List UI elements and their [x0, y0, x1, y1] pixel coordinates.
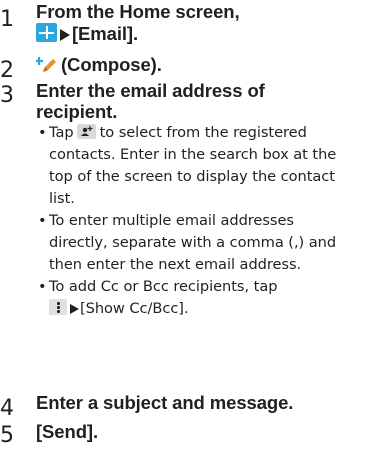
apps-icon [36, 23, 57, 42]
step-number: 2 [0, 58, 14, 83]
note-text: to select from the registered [99, 124, 307, 141]
note-text: directly, separate with a comma (,) and [49, 234, 337, 251]
step-text: Enter the email address of [36, 80, 265, 102]
step-line: From the Home screen, [36, 1, 240, 22]
bullet-marker: • [38, 278, 47, 295]
note-item: • To enter multiple email addresses dire… [36, 210, 381, 276]
step-number: 5 [0, 423, 14, 448]
bullet-marker: • [38, 212, 47, 229]
step-line: (Compose). [61, 54, 162, 75]
step-line: Enter the email address of [36, 80, 265, 101]
arrow-right-icon [70, 304, 79, 314]
note-text: Tap [49, 124, 74, 141]
step-3-notes: • Tap to select from the registered conta… [36, 122, 381, 320]
step-line: Enter a subject and message. [36, 392, 294, 413]
overflow-menu-icon [49, 299, 67, 315]
bullet-marker: • [38, 124, 47, 141]
step-text: [Send]. [36, 421, 98, 443]
step-text-2: recipient. [36, 101, 117, 123]
step-number: 1 [0, 7, 14, 32]
arrow-right-icon [60, 29, 70, 41]
instruction-page: 1 From the Home screen, [Email]. 2 (Comp… [0, 0, 381, 452]
step-line: [Send]. [36, 421, 98, 442]
note-text: then enter the next email address. [49, 256, 302, 273]
compose-icon [36, 57, 56, 72]
step-line: recipient. [36, 101, 118, 122]
note-item: • Tap to select from the registered conta… [36, 122, 381, 210]
note-text: To add Cc or Bcc recipients, tap [49, 278, 278, 295]
step-number: 3 [0, 83, 14, 108]
note-text: contacts. Enter in the search box at the [49, 146, 337, 163]
note-text: [Show Cc/Bcc]. [80, 300, 189, 317]
note-text: top of the screen to display the contact [49, 168, 335, 185]
step-text: (Compose). [36, 54, 162, 76]
step-text: Enter a subject and message. [36, 392, 293, 414]
step-text-2: [Email]. [36, 23, 138, 45]
note-item: • To add Cc or Bcc recipients, tap [Show… [36, 276, 381, 320]
step-number: 4 [0, 396, 14, 421]
step-text: From the Home screen, [36, 1, 240, 23]
add-contact-icon [76, 124, 96, 139]
note-text: To enter multiple email addresses [49, 212, 294, 229]
step-line: [Email]. [72, 23, 139, 44]
note-text: list. [49, 190, 75, 207]
